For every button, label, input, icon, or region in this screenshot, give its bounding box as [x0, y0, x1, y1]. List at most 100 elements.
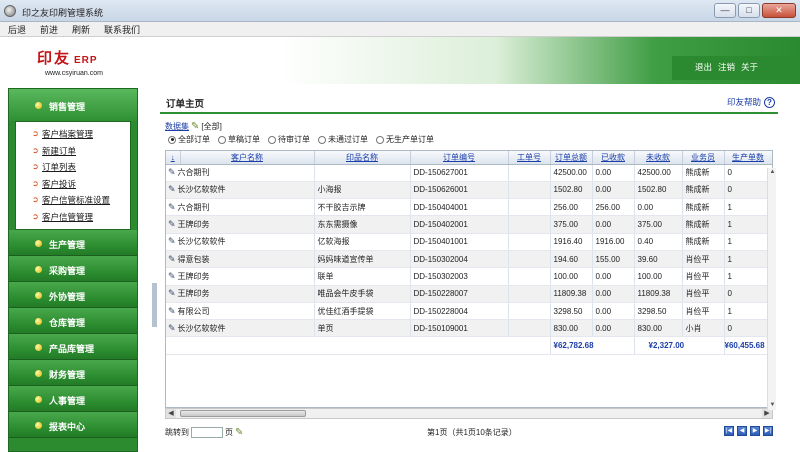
sidebar-section-warehouse[interactable]: 仓库管理: [9, 308, 137, 334]
table-row[interactable]: ✎ 有限公司 优佳红酒手提袋 DD-150228004 3298.50 0.00 3298…: [166, 302, 772, 321]
page-suffix: 页: [225, 428, 233, 437]
sidebar-item-credit-management[interactable]: ➲ 客户信管管理: [16, 209, 130, 226]
filter-rejected-orders[interactable]: 未通过订单: [318, 134, 368, 145]
sidebar-item-new-order[interactable]: ➲ 新建订单: [16, 143, 130, 160]
maximize-button[interactable]: □: [738, 3, 760, 18]
first-page-button[interactable]: |◀: [724, 426, 734, 436]
scroll-left-icon[interactable]: ◀: [166, 409, 176, 418]
edit-icon[interactable]: ✎: [168, 323, 176, 334]
dataset-link[interactable]: 数据集: [165, 121, 189, 132]
logo-url: www.csyiruan.com: [45, 70, 103, 77]
table-row[interactable]: ✎ 六合期刊 DD-150627001 42500.00 0.00 42500.00 熊成…: [166, 164, 772, 182]
edit-icon[interactable]: ✎: [168, 236, 176, 247]
scroll-down-icon[interactable]: ▼: [768, 401, 777, 410]
col-production-count[interactable]: 生产单数: [724, 151, 772, 165]
col-order-total[interactable]: 订单总额: [550, 151, 593, 165]
table-row[interactable]: ✎ 王牌印务 联单 DD-150302003 100.00 0.00 100.00 肖俭平 1: [166, 267, 772, 286]
signout-link[interactable]: 注销: [718, 61, 735, 73]
sidebar-collapse-handle[interactable]: [152, 283, 157, 327]
sidebar-section-reports[interactable]: 报表中心: [9, 412, 137, 438]
window-title: 印之友印刷管理系统: [22, 8, 104, 18]
page-nav: |◀ ◀ ▶ ▶|: [724, 426, 773, 436]
bullet-icon: [35, 422, 42, 429]
menu-refresh[interactable]: 刷新: [72, 23, 90, 36]
prev-page-button[interactable]: ◀: [737, 426, 747, 436]
minimize-button[interactable]: —: [714, 3, 736, 18]
radio-icon: [168, 135, 176, 144]
page-info: 第1页（共1页10条记录）: [427, 428, 517, 437]
table-row[interactable]: ✎ 长沙亿软软件 小海报 DD-150626001 1502.80 0.00 1502.8…: [166, 181, 772, 200]
filter-draft-orders[interactable]: 草稿订单: [218, 134, 260, 145]
menu-back[interactable]: 后退: [8, 23, 26, 36]
page-number-input[interactable]: [191, 427, 223, 438]
sidebar-item-credit-settings[interactable]: ➲ 客户信管标准设置: [16, 192, 130, 209]
last-page-button[interactable]: ▶|: [763, 426, 773, 436]
sort-icon[interactable]: ↓: [166, 151, 181, 165]
edit-icon[interactable]: ✎: [168, 202, 176, 213]
menu-contact[interactable]: 联系我们: [104, 23, 140, 36]
sidebar-section-finance[interactable]: 财务管理: [9, 360, 137, 386]
header-banner: 印友 ERP www.csyiruan.com 退出 注销 关于: [0, 37, 800, 84]
edit-icon[interactable]: ✎: [168, 288, 176, 299]
page-title: 订单主页: [166, 99, 205, 110]
col-order-number[interactable]: 订单编号: [410, 151, 509, 165]
table-row[interactable]: ✎ 王牌印务 唯品会牛皮手袋 DD-150228007 11809.38 0.00 118…: [166, 285, 772, 303]
help-label: 印友帮助: [726, 97, 761, 107]
sidebar-section-product-library[interactable]: 产品库管理: [9, 334, 137, 360]
bullet-icon: [35, 344, 42, 351]
scroll-right-icon[interactable]: ▶: [762, 409, 772, 418]
sidebar-item-customer-files[interactable]: ➲ 客户档案管理: [16, 126, 130, 143]
help-link[interactable]: 印友帮助 ?: [727, 96, 775, 108]
close-button[interactable]: ✕: [762, 3, 796, 18]
horizontal-scrollbar[interactable]: ◀ ▶: [165, 408, 773, 419]
edit-icon[interactable]: ✎: [168, 184, 176, 195]
edit-icon[interactable]: ✎: [168, 271, 176, 282]
sidebar-section-outsourcing[interactable]: 外协管理: [9, 282, 137, 308]
col-customer-name[interactable]: 客户名称: [180, 151, 315, 165]
sidebar-item-complaints[interactable]: ➲ 客户投诉: [16, 176, 130, 193]
bullet-icon: [35, 102, 42, 109]
table-row[interactable]: ✎ 长沙亿软软件 单页 DD-150109001 830.00 0.00 830.00 小肖…: [166, 319, 772, 338]
table-row[interactable]: ✎ 得意包装 妈妈味道宣传单 DD-150302004 194.60 155.00 39.…: [166, 250, 772, 269]
header-links: 退出 注销 关于: [695, 61, 758, 73]
logout-link[interactable]: 退出: [695, 61, 712, 73]
col-unreceived[interactable]: 未收款: [634, 151, 683, 165]
edit-icon[interactable]: ✎: [168, 167, 176, 178]
scroll-up-icon[interactable]: ▲: [768, 168, 777, 177]
table-row[interactable]: ✎ 长沙亿软软件 亿软海报 DD-150401001 1916.40 1916.00 0.…: [166, 233, 772, 251]
sidebar-section-hr[interactable]: 人事管理: [9, 386, 137, 412]
col-salesperson[interactable]: 业务员: [682, 151, 725, 165]
edit-icon[interactable]: ✎: [168, 254, 176, 265]
sidebar-section-purchasing[interactable]: 采购管理: [9, 256, 137, 282]
col-received[interactable]: 已收款: [592, 151, 635, 165]
table-row[interactable]: ✎ 六合期刊 不干胶吉示牌 DD-150404001 256.00 256.00 0.00…: [166, 198, 772, 217]
edit-icon[interactable]: ✎: [191, 121, 199, 132]
edit-icon[interactable]: ✎: [168, 219, 176, 230]
radio-icon: [376, 135, 384, 144]
window-controls: — □ ✕: [714, 3, 796, 18]
bullet-icon: [35, 396, 42, 403]
go-icon[interactable]: ✎: [235, 427, 243, 438]
logo-erp: ERP: [74, 55, 98, 66]
table-row[interactable]: ✎ 王牌印务 东东需摄像 DD-150402001 375.00 0.00 375.00 熊…: [166, 215, 772, 234]
next-page-button[interactable]: ▶: [750, 426, 760, 436]
menu-bar: 后退 前进 刷新 联系我们: [0, 22, 800, 37]
col-product-name[interactable]: 印品名称: [314, 151, 411, 165]
filter-pending-orders[interactable]: 待审订单: [268, 134, 310, 145]
edit-icon[interactable]: ✎: [168, 306, 176, 317]
sidebar-section-sales[interactable]: 销售管理: [9, 89, 137, 121]
main-content: 订单主页 印友帮助 ? 数据集 ✎ [全部] 全部订单 草稿订单 待审订单 未通…: [160, 88, 800, 452]
about-link[interactable]: 关于: [741, 61, 758, 73]
col-work-order[interactable]: 工单号: [508, 151, 551, 165]
total-unreceived: ¥60,455.68: [724, 336, 772, 355]
filter-all-orders[interactable]: 全部订单: [168, 134, 210, 145]
logo-text: 印友: [37, 49, 72, 67]
filter-no-production-orders[interactable]: 无生产单订单: [376, 134, 434, 145]
sidebar-section-production[interactable]: 生产管理: [9, 230, 137, 256]
vertical-scrollbar[interactable]: ▲ ▼: [767, 168, 776, 410]
menu-forward[interactable]: 前进: [40, 23, 58, 36]
arrow-right-icon: ➲: [32, 211, 39, 221]
divider: [160, 112, 778, 114]
scroll-thumb[interactable]: [180, 410, 306, 417]
sidebar-item-order-list[interactable]: ➲ 订单列表: [16, 159, 130, 176]
